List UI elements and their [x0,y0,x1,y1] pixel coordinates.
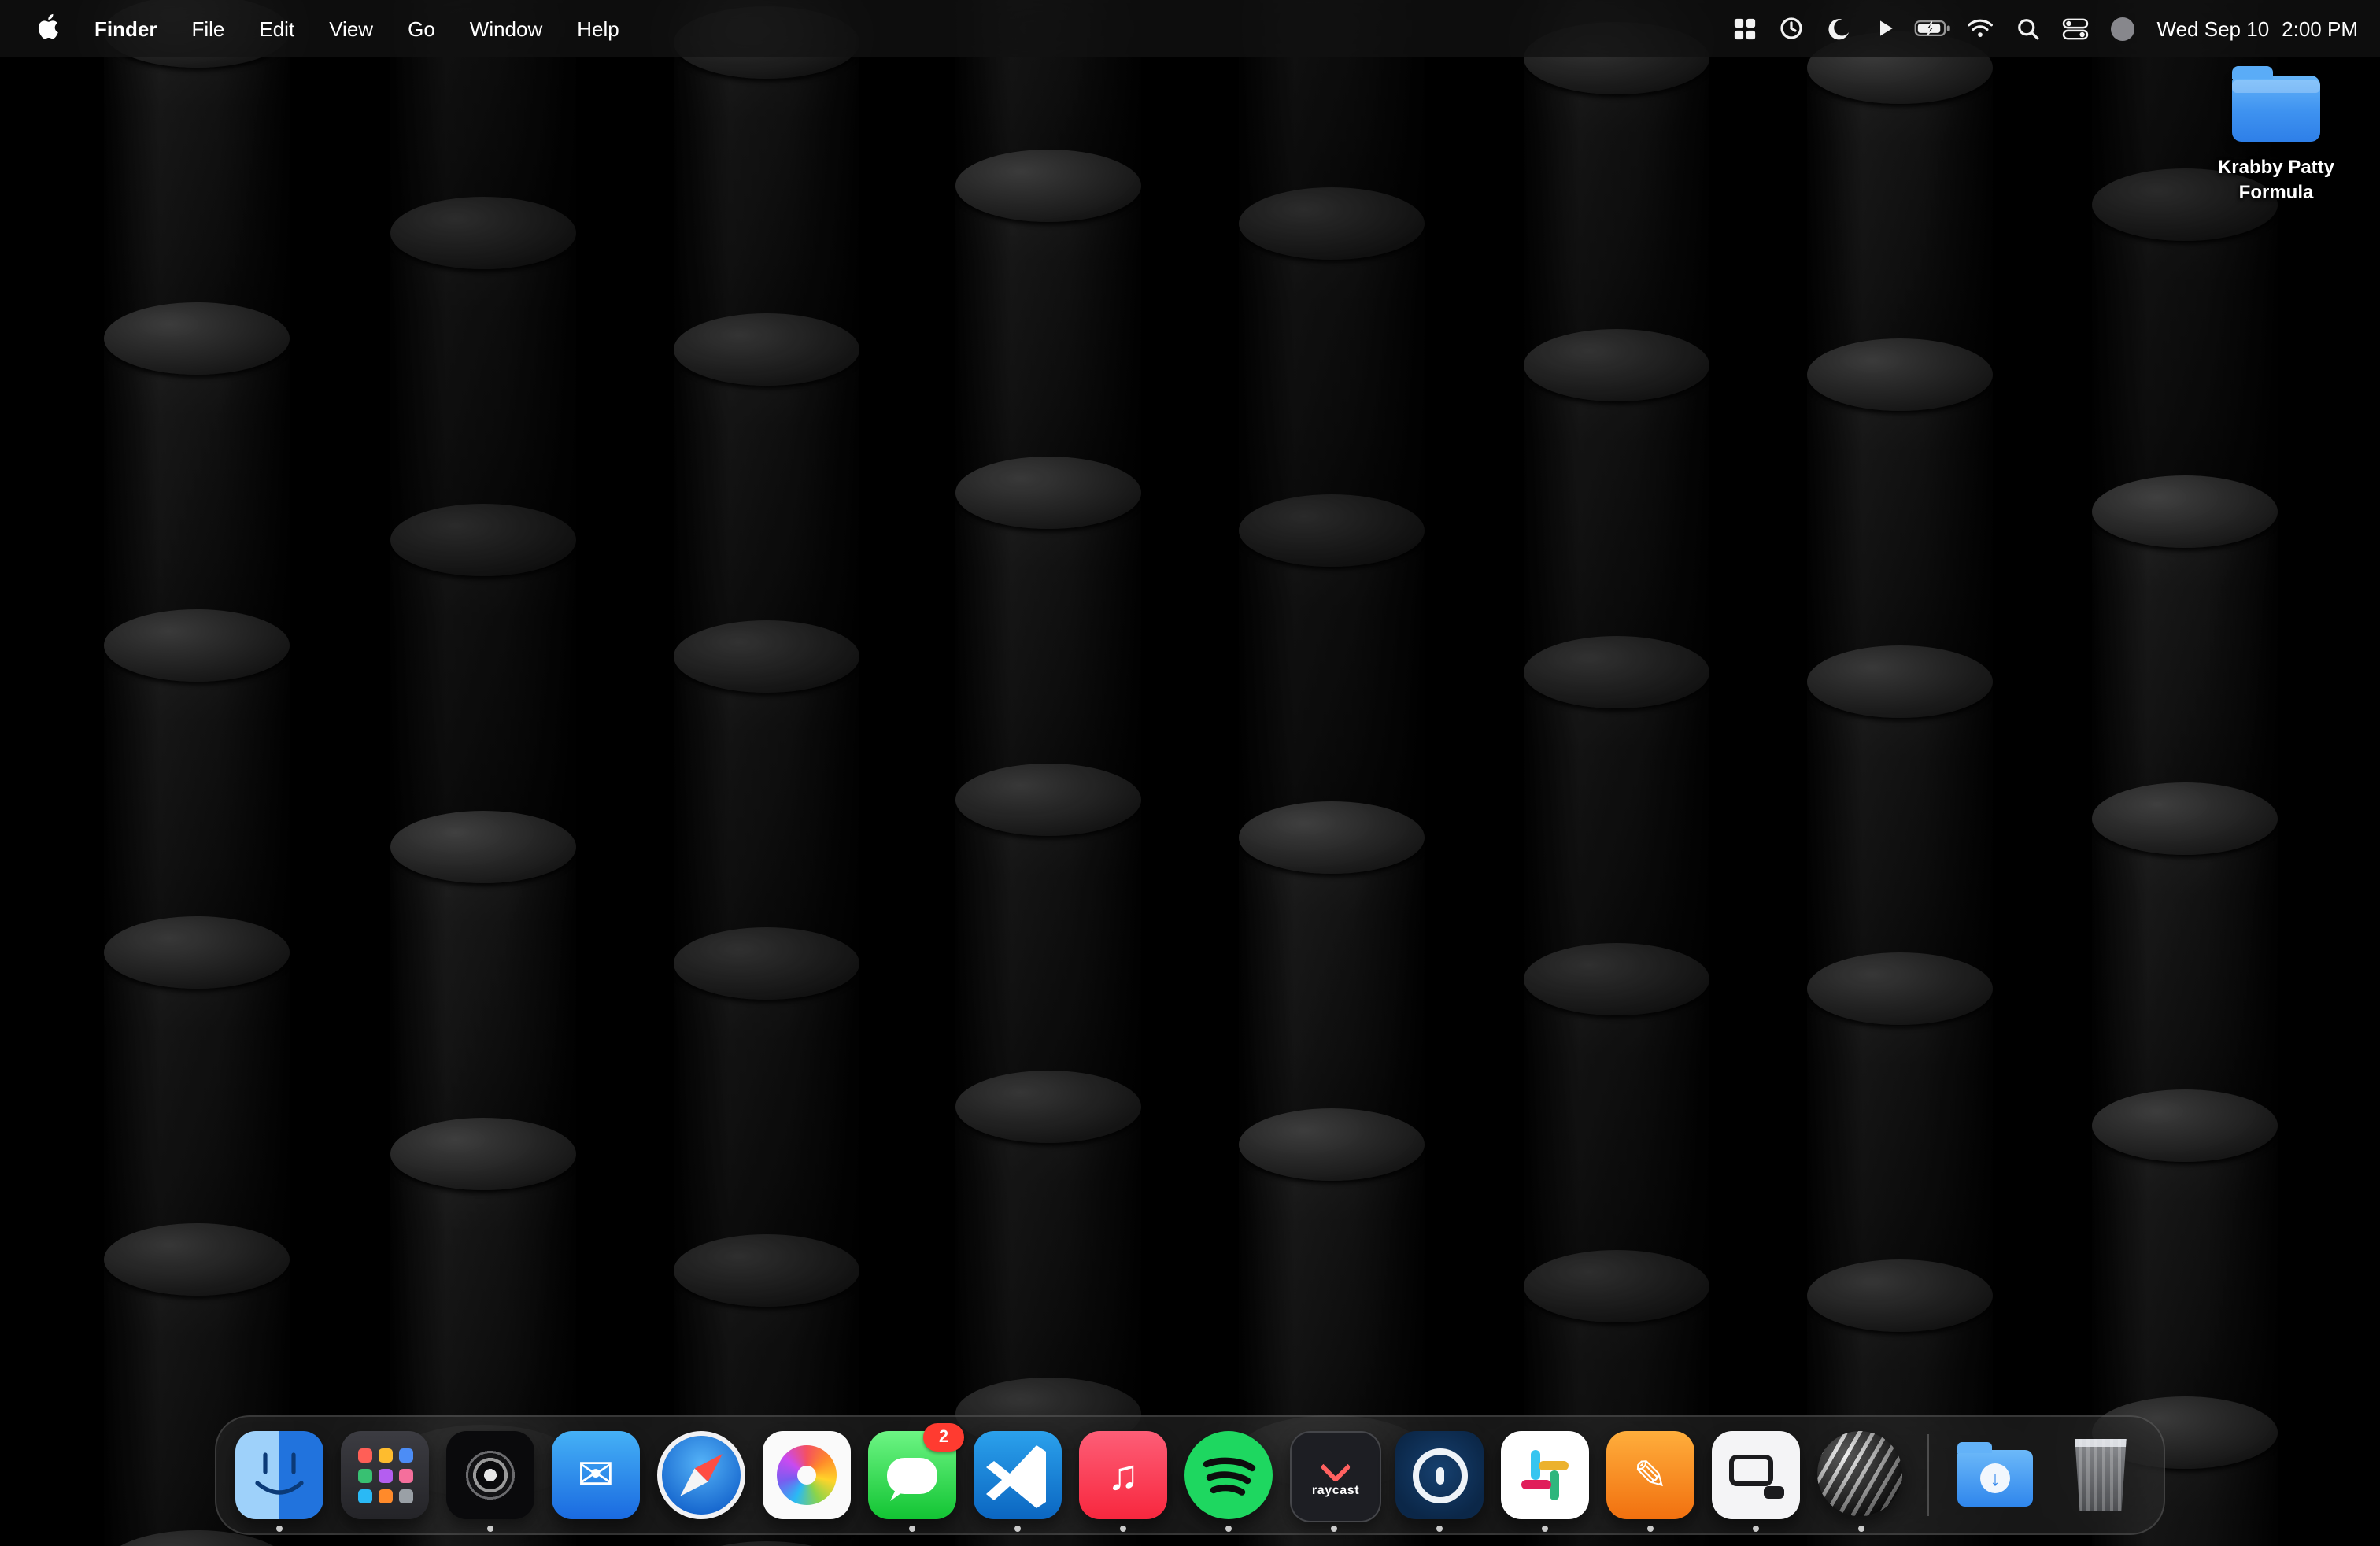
striped-ball-icon [1817,1431,1902,1516]
mail-envelope-icon: ✉ [552,1431,640,1519]
dock-icon-slack[interactable] [1501,1431,1589,1519]
raycast-logo-icon: raycast [1290,1431,1381,1522]
menu-app-name[interactable]: Finder [80,0,171,57]
photos-pinwheel-icon [763,1431,851,1519]
moon-icon[interactable] [1820,0,1858,57]
spotify-waves-icon [1184,1431,1273,1519]
dock-icon-pen-app[interactable]: ✎ [1606,1431,1694,1519]
dock-icon-music[interactable]: ♫ [1079,1431,1167,1519]
raycast-label: raycast [1312,1483,1359,1497]
trash-bin-icon [2071,1439,2131,1511]
dock-icon-spotify[interactable] [1184,1431,1273,1519]
dock-separator [1927,1434,1929,1516]
menu-bar: Finder File Edit View Go Window Help [0,0,2380,57]
desktop-folder-krabby-patty-formula[interactable]: Krabby Patty Formula [2201,76,2352,205]
panel-shapes-icon [1712,1431,1800,1519]
dock-icon-launchpad[interactable] [341,1431,429,1519]
desktop: Finder File Edit View Go Window Help [0,0,2380,1546]
music-note-icon: ♫ [1079,1431,1167,1519]
running-indicator [1647,1526,1654,1532]
menu-bar-clock[interactable]: Wed Sep 10 2:00 PM [2157,17,2358,40]
wifi-icon[interactable] [1962,0,2000,57]
running-indicator [1120,1526,1126,1532]
vscode-logo-icon [974,1431,1062,1519]
menu-window[interactable]: Window [456,0,557,57]
pen-icon: ✎ [1606,1431,1694,1519]
dock-icon-trash[interactable] [2057,1431,2145,1519]
dock-icon-raycast[interactable]: raycast [1290,1431,1378,1519]
running-indicator [909,1526,915,1532]
dock-icon-panel-app[interactable] [1712,1431,1800,1519]
dock-icon-striped-ball[interactable] [1817,1431,1905,1519]
dock-icon-safari[interactable] [657,1431,745,1519]
running-indicator [1331,1526,1337,1532]
finder-icon [235,1431,323,1519]
play-icon[interactable] [1868,0,1905,57]
dock-icon-downloads[interactable]: ↓ [1951,1431,2039,1519]
menu-go[interactable]: Go [394,0,449,57]
grid-icon[interactable] [1726,0,1764,57]
account-dot-icon[interactable] [2104,0,2142,57]
menu-bar-time: 2:00 PM [2282,17,2358,40]
safari-compass-icon [657,1431,745,1519]
running-indicator [276,1526,283,1532]
dock-icon-finder[interactable] [235,1431,323,1519]
desktop-folder-label[interactable]: Krabby Patty Formula [2201,154,2352,205]
1password-keyhole-icon [1395,1431,1484,1519]
running-indicator [1225,1526,1232,1532]
concentric-circles-icon [446,1431,534,1519]
timer-icon[interactable] [1773,0,1811,57]
menu-file[interactable]: File [177,0,238,57]
dock-icon-circles-app[interactable] [446,1431,534,1519]
battery-charging-icon[interactable] [1915,0,1953,57]
blue-folder-icon[interactable] [2232,76,2320,142]
running-indicator [1436,1526,1443,1532]
running-indicator [1753,1526,1759,1532]
menu-help[interactable]: Help [563,0,634,57]
messages-unread-badge: 2 [923,1423,964,1452]
apple-logo-icon [36,12,60,45]
apple-menu[interactable] [22,0,74,57]
desktop-wallpaper [0,0,2380,1546]
spotlight-search-icon[interactable] [2009,0,2047,57]
running-indicator [1542,1526,1548,1532]
running-indicator [1014,1526,1021,1532]
dock-icon-photos[interactable] [763,1431,851,1519]
download-arrow-icon: ↓ [1980,1463,2010,1493]
dock: ✉ 2 ♫ [215,1415,2165,1535]
downloads-folder-icon: ↓ [1957,1450,2033,1507]
dock-icon-mail[interactable]: ✉ [552,1431,640,1519]
menu-view[interactable]: View [315,0,387,57]
menu-bar-date: Wed Sep 10 [2157,17,2270,40]
control-center-icon[interactable] [2057,0,2094,57]
menu-bar-left: Finder File Edit View Go Window Help [0,0,634,57]
running-indicator [487,1526,493,1532]
dock-icon-1password[interactable] [1395,1431,1484,1519]
menu-bar-status: Wed Sep 10 2:00 PM [1726,0,2380,57]
launchpad-icon [341,1431,429,1519]
dock-icon-vscode[interactable] [974,1431,1062,1519]
slack-hash-icon [1501,1431,1589,1519]
menu-edit[interactable]: Edit [245,0,309,57]
running-indicator [1858,1526,1864,1532]
dock-icon-messages[interactable]: 2 [868,1431,956,1519]
